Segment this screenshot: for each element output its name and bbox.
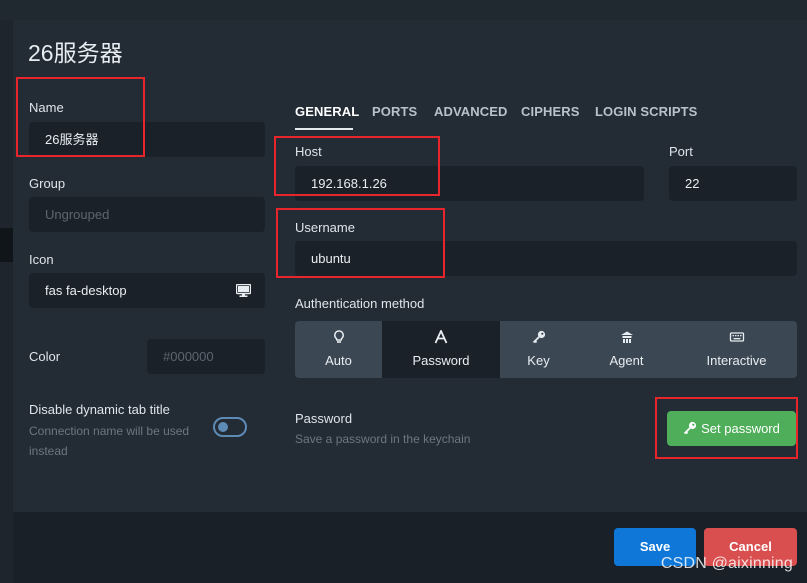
password-label: Password (295, 411, 353, 426)
active-tab-indicator (295, 128, 353, 130)
tab-advanced[interactable]: ADVANCED (434, 104, 508, 119)
name-label: Name (29, 100, 64, 115)
desktop-icon (236, 284, 251, 297)
background-window-mark (0, 228, 13, 262)
auth-method-selector: Auto Password Key Agent Interactive (295, 321, 797, 378)
background-window-left (0, 20, 13, 583)
color-field[interactable]: #000000 (147, 339, 265, 374)
set-password-button[interactable]: Set password (667, 411, 796, 446)
disable-tab-title-description: Connection name will be used instead (29, 424, 190, 458)
tab-login-scripts[interactable]: LOGIN SCRIPTS (595, 104, 697, 119)
icon-field-value: fas fa-desktop (45, 283, 127, 298)
port-label: Port (669, 144, 693, 159)
tab-ports[interactable]: PORTS (372, 104, 417, 119)
set-password-label: Set password (701, 421, 780, 436)
lightbulb-icon (333, 330, 344, 343)
disable-tab-title-toggle[interactable] (213, 417, 247, 437)
toggle-knob (218, 422, 228, 432)
username-field[interactable]: ubuntu (295, 241, 797, 276)
auth-option-agent[interactable]: Agent (577, 321, 676, 378)
port-field[interactable]: 22 (669, 166, 797, 201)
icon-label: Icon (29, 252, 54, 267)
keyboard-icon (729, 332, 744, 342)
edit-profile-dialog: 26服务器 Name 26服务器 Group Ungrouped Icon fa… (13, 20, 807, 583)
auth-option-key-label: Key (527, 353, 550, 368)
username-label: Username (295, 220, 355, 235)
group-field[interactable]: Ungrouped (29, 197, 265, 232)
auth-option-auto-label: Auto (325, 353, 352, 368)
auth-option-interactive[interactable]: Interactive (676, 321, 797, 378)
background-window-strip (0, 0, 807, 20)
key-icon (683, 421, 697, 435)
font-icon (434, 330, 448, 344)
tab-general[interactable]: GENERAL (295, 104, 359, 119)
password-description: Save a password in the keychain (295, 432, 471, 446)
disable-tab-title-label: Disable dynamic tab title (29, 402, 170, 417)
color-label: Color (29, 349, 61, 364)
agent-icon (620, 331, 633, 343)
auth-option-key[interactable]: Key (500, 321, 577, 378)
host-field[interactable]: 192.168.1.26 (295, 166, 644, 201)
name-field[interactable]: 26服务器 (29, 122, 265, 157)
tab-ciphers[interactable]: CIPHERS (521, 104, 580, 119)
key-icon (532, 330, 545, 344)
host-label: Host (295, 144, 322, 159)
auth-option-password[interactable]: Password (382, 321, 500, 378)
watermark-text: CSDN @aixinning (660, 555, 793, 572)
group-label: Group (29, 176, 66, 191)
icon-field[interactable]: fas fa-desktop (29, 273, 265, 308)
auth-option-agent-label: Agent (609, 353, 644, 368)
dialog-title: 26服务器 (28, 40, 123, 66)
auth-option-password-label: Password (412, 353, 470, 368)
auth-option-auto[interactable]: Auto (295, 321, 382, 378)
auth-option-interactive-label: Interactive (706, 353, 767, 368)
auth-method-label: Authentication method (295, 296, 425, 311)
